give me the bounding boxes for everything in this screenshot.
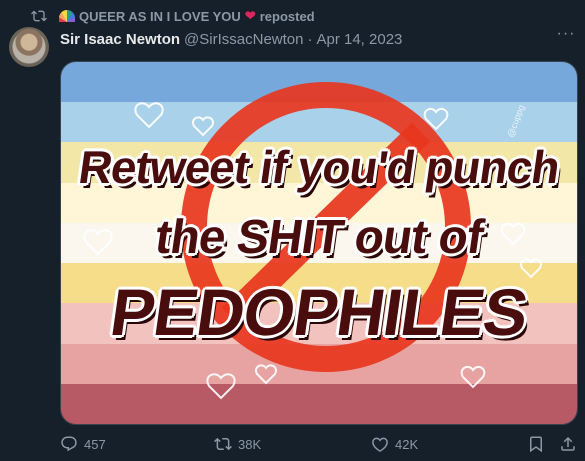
repost-suffix: reposted (259, 8, 315, 24)
separator: · (307, 30, 313, 48)
bookmark-icon (530, 436, 542, 453)
bookmark-button[interactable] (527, 432, 551, 456)
reply-count: 457 (84, 436, 106, 452)
repost-button[interactable]: 38K (214, 432, 261, 456)
repost-context[interactable]: QUEER AS IN I LOVE YOU ❤ reposted (31, 6, 315, 26)
like-count: 42K (395, 436, 419, 452)
repost-icon (214, 437, 232, 451)
meme-line-3: PEDOPHILES (106, 275, 532, 349)
repost-count: 38K (238, 436, 262, 452)
repost-user[interactable]: QUEER AS IN I LOVE YOU (79, 9, 241, 24)
avatar[interactable] (9, 27, 49, 67)
more-icon[interactable]: ··· (556, 26, 576, 47)
share-button[interactable] (559, 432, 583, 456)
meme-line-1: Retweet if you'd punch (75, 141, 563, 193)
reply-icon (61, 436, 77, 452)
post-image[interactable]: Retweet if you'd punch the SHIT out of P… (60, 61, 578, 425)
meme-line-2: the SHIT out of (152, 211, 486, 264)
heart-icon (372, 437, 388, 452)
author-handle[interactable]: @SirIssacNewton (184, 31, 303, 48)
heart-emoji-icon: ❤ (244, 8, 256, 23)
post-header: Sir Isaac Newton @SirIssacNewton · Apr 1… (60, 29, 402, 49)
action-bar: 457 38K 42K (0, 432, 585, 456)
post-date[interactable]: Apr 14, 2023 (316, 31, 402, 48)
author-name[interactable]: Sir Isaac Newton (60, 31, 180, 48)
like-button[interactable]: 42K (371, 432, 418, 456)
share-icon (561, 436, 575, 451)
reply-button[interactable]: 457 (60, 432, 106, 456)
rainbow-emoji-icon (59, 10, 75, 22)
repost-icon (31, 10, 47, 22)
